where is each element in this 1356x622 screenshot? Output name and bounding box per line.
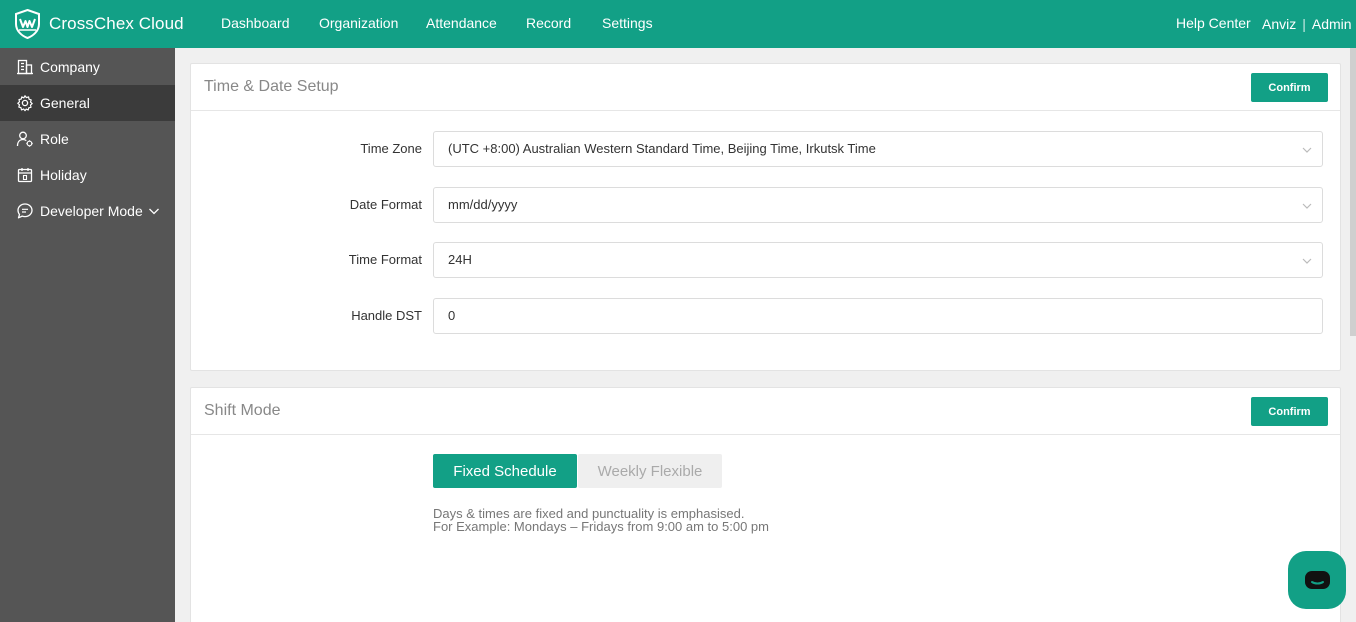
fixed-schedule-toggle[interactable]: Fixed Schedule [433, 454, 577, 488]
form-row-time-zone: Time Zone (UTC +8:00) Australian Western… [191, 131, 1340, 167]
shift-mode-card: Shift Mode Confirm Fixed Schedule Weekly… [190, 387, 1341, 622]
field-label: Date Format [349, 197, 422, 212]
app-name: CrossChex Cloud [49, 14, 184, 33]
select-value: 24H [448, 252, 472, 267]
chevron-down-icon [1302, 258, 1312, 264]
chat-lines-icon [17, 203, 33, 219]
field-label: Time Zone [360, 141, 422, 156]
nav-settings[interactable]: Settings [602, 0, 653, 48]
input-value: 0 [448, 308, 456, 323]
shift-description: Days & times are fixed and punctuality i… [433, 507, 769, 533]
form-row-handle-dst: Handle DST 0 [191, 298, 1340, 334]
chat-widget-button[interactable] [1288, 551, 1346, 609]
sidebar-item-label: Role [40, 131, 69, 147]
user-org: Anviz [1262, 15, 1297, 32]
select-value: mm/dd/yyyy [448, 197, 518, 212]
nav-attendance[interactable]: Attendance [426, 0, 497, 48]
gear-icon [17, 95, 33, 112]
field-label: Handle DST [351, 308, 422, 323]
card-header: Time & Date Setup Confirm [191, 64, 1340, 111]
crosschex-logo-icon [15, 9, 40, 39]
sidebar-item-role[interactable]: Role [0, 121, 175, 157]
sidebar-item-general[interactable]: General [0, 85, 175, 121]
handle-dst-input[interactable]: 0 [433, 298, 1323, 334]
card-header: Shift Mode Confirm [191, 388, 1340, 435]
select-value: (UTC +8:00) Australian Western Standard … [448, 141, 876, 156]
nav-dashboard[interactable]: Dashboard [221, 0, 290, 48]
chevron-down-icon [1302, 203, 1312, 209]
time-date-setup-card: Time & Date Setup Confirm Time Zone (UTC… [190, 63, 1341, 371]
building-icon [17, 59, 33, 75]
weekly-flexible-toggle[interactable]: Weekly Flexible [578, 454, 722, 488]
card-title: Time & Date Setup [204, 78, 339, 95]
sidebar-item-holiday[interactable]: Holiday [0, 157, 175, 193]
time-zone-select[interactable]: (UTC +8:00) Australian Western Standard … [433, 131, 1323, 167]
calendar-icon [17, 168, 33, 183]
confirm-button[interactable]: Confirm [1251, 397, 1328, 426]
chevron-down-icon [148, 208, 159, 215]
date-format-select[interactable]: mm/dd/yyyy [433, 187, 1323, 223]
brand[interactable]: CrossChex Cloud [14, 9, 184, 39]
user-gear-icon [16, 131, 33, 147]
form-row-time-format: Time Format 24H [191, 242, 1340, 278]
form-row-date-format: Date Format mm/dd/yyyy [191, 187, 1340, 223]
top-navbar: CrossChex Cloud Dashboard Organization A… [0, 0, 1356, 48]
nav-record[interactable]: Record [526, 0, 571, 48]
sidebar-item-label: Company [40, 59, 100, 75]
field-label: Time Format [348, 252, 422, 267]
chevron-down-icon [1302, 147, 1312, 153]
sidebar-item-label: General [40, 95, 90, 111]
card-title: Shift Mode [204, 402, 281, 419]
scrollbar[interactable] [1350, 48, 1356, 336]
nav-organization[interactable]: Organization [319, 0, 398, 48]
sidebar-item-developer-mode[interactable]: Developer Mode [0, 193, 175, 229]
sidebar: Company General Role Holiday Developer M… [0, 48, 175, 622]
sidebar-item-company[interactable]: Company [0, 49, 175, 85]
user-name: Admin [1311, 15, 1352, 32]
help-center-link[interactable]: Help Center [1176, 0, 1251, 48]
chat-bubble-icon [1305, 571, 1330, 589]
user-separator: | [1302, 15, 1306, 32]
time-format-select[interactable]: 24H [433, 242, 1323, 278]
sidebar-item-label: Holiday [40, 167, 87, 183]
confirm-button[interactable]: Confirm [1251, 73, 1328, 102]
user-menu[interactable]: Anviz | Admin [1262, 0, 1356, 48]
sidebar-item-label: Developer Mode [40, 203, 143, 219]
description-line: For Example: Mondays – Fridays from 9:00… [433, 519, 769, 534]
